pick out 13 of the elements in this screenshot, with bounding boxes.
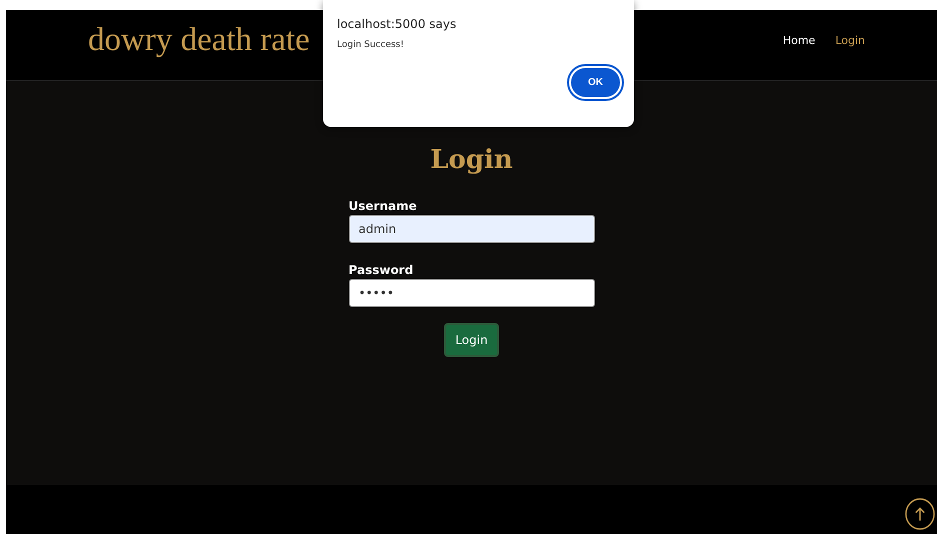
login-heading: Login bbox=[430, 145, 513, 175]
ok-button[interactable]: OK bbox=[571, 68, 620, 97]
nav-link[interactable]: Home bbox=[782, 34, 816, 46]
dialog-title: localhost:5000 says bbox=[337, 17, 458, 31]
nav-link[interactable]: Login bbox=[835, 34, 865, 46]
login-button[interactable]: Login bbox=[444, 323, 499, 357]
input-field[interactable]: ••••• bbox=[348, 279, 594, 307]
input-field[interactable]: admin bbox=[348, 215, 594, 243]
site-title: dowry death rate bbox=[88, 22, 310, 58]
field-label: Password bbox=[348, 263, 414, 277]
dialog-message: Login Success! bbox=[337, 40, 405, 50]
scroll-top-icon[interactable] bbox=[905, 498, 935, 530]
field-label: Username bbox=[348, 199, 418, 213]
